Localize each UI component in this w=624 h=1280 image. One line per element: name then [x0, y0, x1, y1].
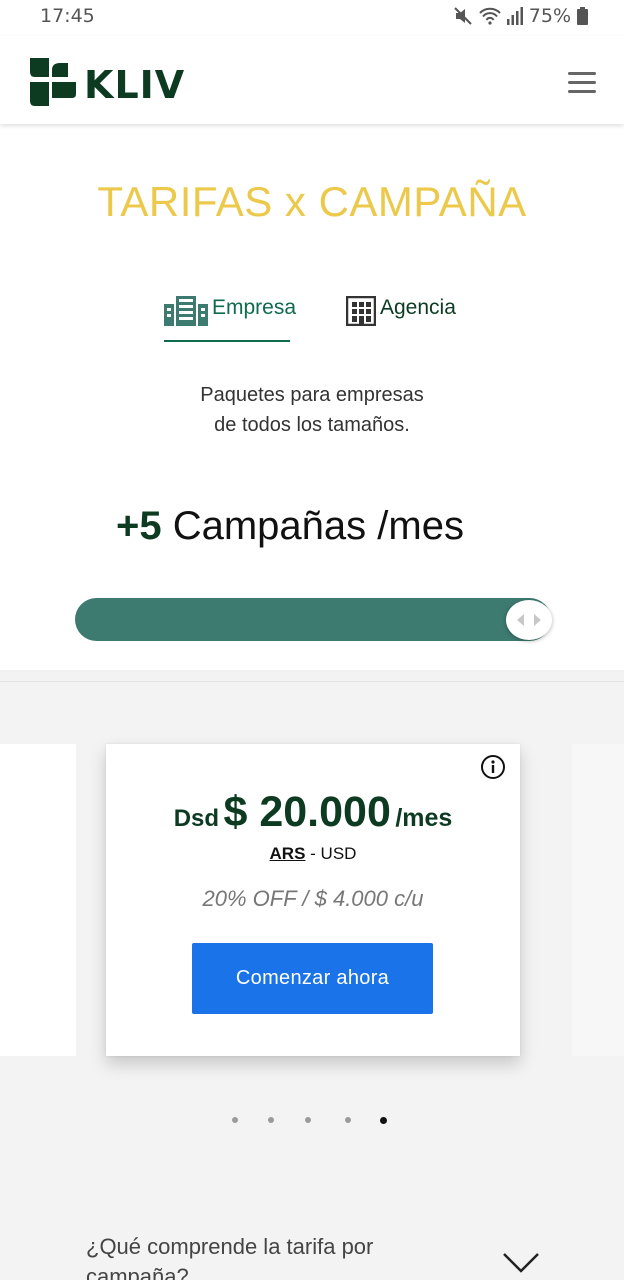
- campaigns-label: Campañas /mes: [161, 504, 464, 548]
- campaigns-per-month: +5 Campañas /mes: [116, 504, 464, 549]
- carousel-dot[interactable]: [232, 1117, 238, 1123]
- previous-plan-card[interactable]: [0, 744, 76, 1056]
- section-subtitle: Paquetes para empresas de todos los tama…: [0, 380, 624, 440]
- tab-empresa[interactable]: Empresa: [164, 296, 296, 342]
- info-icon[interactable]: [480, 754, 506, 785]
- office-building-icon: [345, 295, 380, 332]
- next-plan-card[interactable]: [572, 744, 624, 1056]
- price-amount: $ 20.000: [223, 788, 391, 836]
- campaign-slider-track[interactable]: [75, 598, 551, 641]
- subtitle-line-1: Paquetes para empresas: [200, 384, 424, 406]
- status-time: 17:45: [40, 5, 95, 27]
- page-title: TARIFAS x CAMPAÑA: [97, 178, 527, 225]
- currency-ars[interactable]: ARS: [270, 844, 306, 863]
- battery-icon: [577, 7, 588, 25]
- slider-arrows-icon: [517, 614, 541, 626]
- subtitle-line-2: de todos los tamaños.: [214, 414, 410, 436]
- discount-text: 20% OFF / $ 4.000 c/u: [202, 886, 424, 911]
- currency-usd[interactable]: USD: [321, 844, 357, 863]
- faq-question[interactable]: ¿Qué comprende la tarifa por campaña?: [86, 1232, 446, 1280]
- price-period: /mes: [395, 804, 453, 832]
- app-header: KLIV: [0, 36, 624, 124]
- status-bar: 17:45 75%: [0, 0, 624, 36]
- tab-agencia[interactable]: Agencia: [345, 295, 456, 342]
- building-icon: [164, 296, 212, 332]
- status-icons: 75%: [453, 5, 588, 27]
- section-divider: [0, 681, 624, 682]
- pricing-card: Dsd $ 20.000 /mes ARS - USD 20% OFF / $ …: [106, 744, 520, 1056]
- start-now-button[interactable]: Comenzar ahora: [192, 943, 433, 1014]
- price: Dsd $ 20.000 /mes: [106, 788, 520, 837]
- logo-mark-icon: [30, 58, 76, 111]
- campaigns-count: +5: [116, 504, 162, 548]
- kliv-logo[interactable]: KLIV: [30, 58, 185, 111]
- price-prefix: Dsd: [173, 805, 220, 832]
- carousel-dot[interactable]: [305, 1117, 311, 1123]
- hamburger-menu-icon[interactable]: [568, 72, 596, 94]
- currency-switch: ARS - USD: [106, 844, 520, 864]
- carousel-dot[interactable]: [268, 1117, 274, 1123]
- carousel-pagination: [0, 1117, 624, 1125]
- mute-icon: [453, 6, 473, 26]
- chevron-down-icon[interactable]: [502, 1252, 540, 1279]
- carousel-dot[interactable]: [345, 1117, 351, 1123]
- wifi-icon: [479, 7, 501, 25]
- currency-separator: -: [305, 844, 321, 863]
- signal-icon: [506, 7, 523, 25]
- logo-text: KLIV: [84, 62, 186, 107]
- battery-percent: 75%: [528, 5, 571, 27]
- pricing-selector-section: TARIFAS x CAMPAÑA Empresa Agencia Paquet…: [0, 124, 624, 670]
- tab-agencia-label: Agencia: [380, 296, 456, 319]
- carousel-dot-active[interactable]: [380, 1117, 387, 1124]
- campaign-slider-thumb[interactable]: [506, 600, 552, 640]
- tab-empresa-label: Empresa: [212, 296, 297, 319]
